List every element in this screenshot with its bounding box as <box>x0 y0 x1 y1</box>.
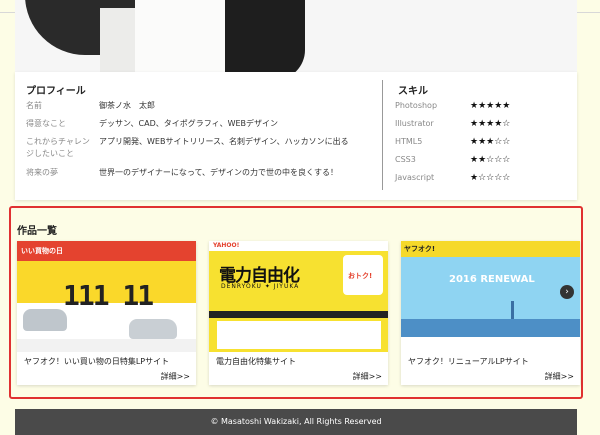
footer-copyright: © Masatoshi Wakizaki, All Rights Reserve… <box>15 409 577 435</box>
profile-value: 世界一のデザイナーになって、デザインの力で世の中を良くする！ <box>99 168 339 177</box>
thumb-subtitle: DENRYOKU ✦ JIYUKA <box>221 283 300 290</box>
column-divider <box>382 80 383 190</box>
thumb-logo-text: いい買物の日 <box>21 247 63 255</box>
skill-stars: ★★★☆☆ <box>470 137 511 147</box>
skill-name: Illustrator <box>395 119 434 128</box>
work-card-iikaimono[interactable]: いい買物の日 111 11 ヤフオク！いい買い物の日特集LPサイト 詳細>> <box>17 241 196 385</box>
skill-name: Photoshop <box>395 101 438 110</box>
thumb-footer <box>401 337 580 352</box>
thumb-title: 2016 RENEWAL <box>449 274 535 285</box>
photo-jacket-shape <box>225 0 305 72</box>
next-arrow-icon[interactable]: › <box>560 285 574 299</box>
profile-value: 御茶ノ水 太郎 <box>99 101 155 110</box>
profile-value: デッサン、CAD、タイポグラフィ、WEBデザイン <box>99 119 279 128</box>
profile-key: これからチャレンジしたいこと <box>26 137 90 158</box>
work-thumbnail[interactable]: いい買物の日 111 11 <box>17 241 196 352</box>
badge-text: おトク! <box>348 272 373 280</box>
work-detail-link[interactable]: 詳細>> <box>161 371 190 382</box>
profile-value: アプリ開発、WEBサイトリリース、名刺デザイン、ハッカソンに出る <box>99 137 349 146</box>
thumb-badge: おトク! <box>343 255 383 295</box>
thumb-footer <box>17 339 196 352</box>
skill-stars: ★☆☆☆☆ <box>470 173 511 183</box>
skill-name: HTML5 <box>395 137 423 146</box>
yafuoku-logo: ヤフオク! <box>404 245 436 253</box>
profile-heading: プロフィール <box>26 86 86 97</box>
profile-key: 名前 <box>26 101 42 110</box>
skill-stars: ★★☆☆☆ <box>470 155 511 165</box>
work-card-denryoku[interactable]: YAHOO! 電力自由化 DENRYOKU ✦ JIYUKA おトク! 電力自由… <box>209 241 388 385</box>
works-heading: 作品一覧 <box>17 226 57 237</box>
work-detail-link[interactable]: 詳細>> <box>545 371 574 382</box>
car-image <box>23 309 67 331</box>
city-skyline <box>401 319 580 337</box>
skill-name: Javascript <box>395 173 435 182</box>
thumb-big-number: 111 11 <box>63 279 154 312</box>
work-caption: ヤフオク！リニューアルLPサイト <box>408 357 529 366</box>
work-thumbnail[interactable]: ヤフオク! 2016 RENEWAL › <box>401 241 580 352</box>
skill-name: CSS3 <box>395 155 416 164</box>
skill-heading: スキル <box>398 86 428 97</box>
work-card-renewal[interactable]: ヤフオク! 2016 RENEWAL › ヤフオク！リニューアルLPサイト 詳細… <box>401 241 580 385</box>
thumb-content-block <box>217 321 381 349</box>
thumb-nav-bar <box>209 311 388 318</box>
work-detail-link[interactable]: 詳細>> <box>353 371 382 382</box>
profile-key: 得意なこと <box>26 119 66 128</box>
work-caption: 電力自由化特集サイト <box>216 357 296 366</box>
profile-photo <box>15 0 577 72</box>
work-thumbnail[interactable]: YAHOO! 電力自由化 DENRYOKU ✦ JIYUKA おトク! <box>209 241 388 352</box>
skill-stars: ★★★★★ <box>470 101 511 111</box>
yahoo-logo: YAHOO! <box>213 242 240 249</box>
profile-card: プロフィール スキル 名前 御茶ノ水 太郎 得意なこと デッサン、CAD、タイポ… <box>15 72 577 200</box>
tower-shape <box>511 301 514 321</box>
works-section: 作品一覧 いい買物の日 111 11 ヤフオク！いい買い物の日特集LPサイト 詳… <box>9 206 583 399</box>
work-caption: ヤフオク！いい買い物の日特集LPサイト <box>24 357 170 366</box>
profile-key: 将来の夢 <box>26 168 58 177</box>
car-image <box>129 319 177 339</box>
skill-stars: ★★★★☆ <box>470 119 511 129</box>
